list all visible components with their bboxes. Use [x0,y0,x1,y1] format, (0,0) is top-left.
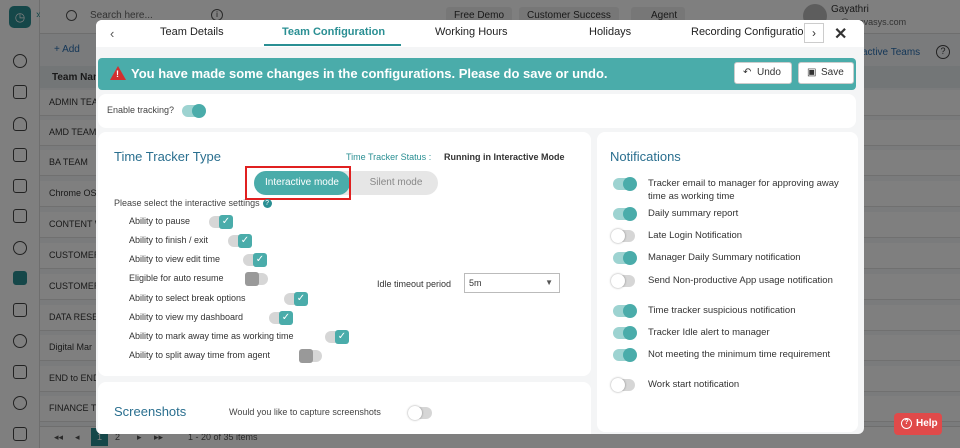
idle-timeout-select[interactable]: 5m ▼ [464,273,560,293]
tab-prev-icon[interactable]: ‹ [110,26,114,41]
tracker-status-value: Running in Interactive Mode [444,152,565,162]
silent-mode-option[interactable]: Silent mode [358,171,434,195]
highlight-box [245,166,351,200]
notif-daily-summary-toggle[interactable] [613,207,637,221]
interactive-settings-note: Please select the interactive settings? [114,198,272,208]
team-config-modal: ‹ Team Details Team Configuration Workin… [96,20,864,434]
ability-to-pause-toggle[interactable]: ✓ [209,215,233,229]
notif-label: Work start notification [648,379,740,390]
setting-label: Ability to finish / exit [129,235,209,245]
notif-manager-summary-toggle[interactable] [613,251,637,265]
notif-label: Tracker Idle alert to manager [648,327,770,338]
undo-icon: ↶ [743,67,752,78]
chevron-down-icon: ▼ [545,278,553,287]
setting-label: Ability to pause [129,216,191,226]
tab-next-icon[interactable]: › [804,23,824,43]
tab-working-hours[interactable]: Working Hours [435,26,508,38]
tab-bar: ‹ Team Details Team Configuration Workin… [96,20,864,47]
save-icon: ▣ [807,67,817,78]
notif-nonproductive-toggle[interactable] [611,274,635,288]
notif-work-start-toggle[interactable] [611,378,635,392]
unsaved-changes-banner: ! You have made some changes in the conf… [98,58,856,90]
close-icon[interactable]: ✕ [834,24,847,44]
setting-label: Eligible for auto resume [129,273,224,283]
active-tab-underline [264,44,401,46]
time-tracker-title: Time Tracker Type [114,149,221,164]
tracker-status-label: Time Tracker Status : [346,152,432,162]
split-away-time-toggle[interactable] [299,349,322,363]
notif-tracker-email-toggle[interactable] [613,177,637,191]
notif-label: Tracker email to manager for approving a… [648,178,839,202]
notif-label: Manager Daily Summary notification [648,252,801,263]
warning-icon: ! [110,66,126,80]
notif-label: Daily summary report [648,208,739,219]
notif-min-time-toggle[interactable] [613,348,637,362]
tab-holidays[interactable]: Holidays [589,26,631,38]
setting-label: Ability to select break options [129,293,246,303]
notif-label: Send Non-productive App usage notificati… [648,275,833,286]
screenshots-card: Screenshots Would you like to capture sc… [98,382,591,434]
setting-label: Ability to view edit time [129,254,221,264]
enable-tracking-label: Enable tracking? [107,105,175,115]
auto-resume-toggle[interactable] [245,272,268,286]
setting-label: Ability to split away time from agent [129,350,271,360]
view-dashboard-toggle[interactable]: ✓ [269,311,293,325]
notif-label: Time tracker suspicious notification [648,305,796,316]
help-button[interactable]: ? Help [894,413,942,435]
ability-to-finish-toggle[interactable]: ✓ [228,234,252,248]
question-icon[interactable]: ? [262,199,272,208]
notif-idle-alert-toggle[interactable] [613,326,637,340]
enable-tracking-toggle[interactable] [182,104,206,118]
banner-message: You have made some changes in the config… [131,66,608,81]
save-button[interactable]: ▣ Save [798,62,854,84]
notif-label: Late Login Notification [648,230,743,241]
away-time-working-toggle[interactable]: ✓ [325,330,349,344]
capture-screenshots-label: Would you like to capture screenshots [229,407,381,417]
undo-button[interactable]: ↶ Undo [734,62,792,84]
time-tracker-card: Time Tracker Type Time Tracker Status : … [98,132,591,376]
notif-label: Not meeting the minimum time requirement [648,349,831,360]
screenshots-title: Screenshots [114,404,187,419]
capture-screenshots-toggle[interactable] [408,406,432,420]
view-edit-time-toggle[interactable]: ✓ [243,253,267,267]
tab-team-configuration[interactable]: Team Configuration [282,26,385,38]
help-icon: ? [901,418,912,429]
tab-recording-configuration[interactable]: Recording Configuration [691,26,810,38]
break-options-toggle[interactable]: ✓ [284,292,308,306]
notif-suspicious-toggle[interactable] [613,304,637,318]
setting-label: Ability to view my dashboard [129,312,244,322]
setting-label: Ability to mark away time as working tim… [129,331,294,341]
tab-team-details[interactable]: Team Details [160,26,224,38]
idle-timeout-label: Idle timeout period [377,279,452,289]
notifications-title: Notifications [610,149,681,164]
notifications-card: Notifications Tracker email to manager f… [597,132,858,432]
notif-late-login-toggle[interactable] [611,229,635,243]
tracking-card: Enable tracking? [98,94,856,128]
